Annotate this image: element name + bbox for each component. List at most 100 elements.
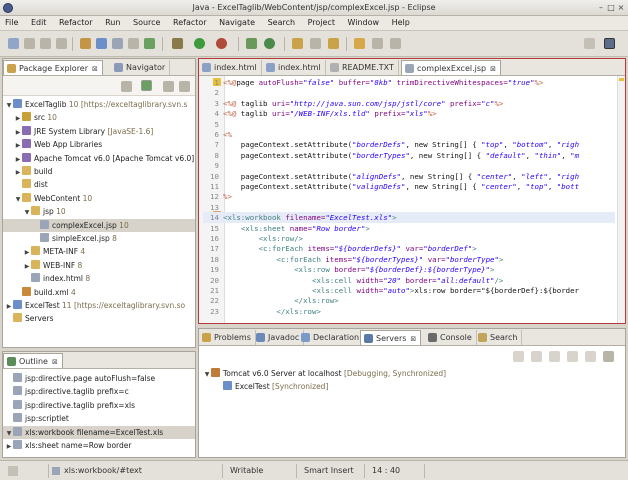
open-type-icon[interactable] — [292, 38, 303, 49]
server-item[interactable]: ExcelTest [Synchronized] — [199, 380, 625, 393]
new-package-icon[interactable] — [246, 38, 257, 49]
close-icon[interactable]: × — [616, 3, 626, 13]
code-line[interactable]: 4 <%@ taglib uri="/WEB-INF/xls.tld" prefi… — [203, 108, 615, 119]
code-line[interactable]: 14 <xls:workbook filename="ExcelTest.xls"… — [203, 212, 615, 224]
view-menu-icon[interactable] — [603, 351, 614, 362]
outline-item[interactable]: jsp:scriptlet — [3, 412, 195, 425]
code-line[interactable]: 3 <%@ taglib uri="http://java.sun.com/jsp… — [203, 98, 615, 109]
new-class-icon[interactable] — [264, 38, 275, 49]
tree-item[interactable]: build.xml 4 — [3, 286, 195, 299]
tree-item[interactable]: ▼ ExcelTaglib 10 [https://exceltaglibrary… — [3, 98, 195, 111]
java-perspective-icon[interactable] — [604, 38, 615, 49]
collapsed-arrow-icon[interactable]: ▶ — [14, 139, 22, 152]
tab-servers[interactable]: Servers ⊠ — [360, 330, 422, 345]
open-task-icon[interactable] — [328, 38, 339, 49]
view-menu-icon[interactable] — [163, 81, 174, 92]
jsp-icon[interactable] — [112, 38, 123, 49]
collapse-all-icon[interactable] — [121, 81, 132, 92]
tree-item[interactable]: ▶ WEB-INF 8 — [3, 259, 195, 272]
outline-item[interactable]: jsp:directive.taglib prefix=c — [3, 385, 195, 398]
tab-index-html-2[interactable]: index.html — [263, 60, 326, 75]
debug-server-icon[interactable] — [513, 351, 524, 362]
menu-run[interactable]: Run — [100, 16, 125, 27]
tab-package-explorer[interactable]: Package Explorer ⊠ — [3, 60, 103, 75]
print-icon[interactable] — [56, 38, 67, 49]
outline-icon[interactable] — [96, 38, 107, 49]
code-line[interactable]: 12 %> — [203, 191, 615, 202]
fast-view-icon[interactable] — [8, 466, 18, 476]
code-line[interactable]: 5 — [203, 119, 615, 130]
link-with-editor-icon[interactable] — [141, 80, 152, 91]
tree-item[interactable]: ▼ WebContent 10 — [3, 192, 195, 205]
back-icon[interactable] — [372, 38, 383, 49]
code-line[interactable]: 18 <c:forEach items="${borderTypes}" var… — [203, 254, 615, 265]
menu-refactor[interactable]: Refactor — [54, 16, 98, 27]
code-line[interactable]: 23 </xls:row> — [203, 306, 615, 317]
tab-navigator[interactable]: Navigator — [111, 60, 171, 75]
tab-javadoc[interactable]: Javadoc — [253, 330, 305, 345]
expanded-arrow-icon[interactable]: ▼ — [5, 99, 13, 112]
collapsed-arrow-icon[interactable]: ▶ — [23, 260, 31, 273]
tab-console[interactable]: Console — [425, 330, 477, 345]
tree-item[interactable]: ▶ META-INF 4 — [3, 245, 195, 258]
profile-server-icon[interactable] — [549, 351, 560, 362]
tab-index-html[interactable]: index.html — [199, 60, 262, 75]
menu-navigate[interactable]: Navigate — [214, 16, 260, 27]
tree-item[interactable]: ▶ build — [3, 165, 195, 178]
code-line[interactable]: 13 — [203, 202, 615, 213]
expanded-arrow-icon[interactable]: ▼ — [5, 427, 13, 440]
menu-refactor-2[interactable]: Refactor — [168, 16, 212, 27]
code-line[interactable]: 19 <xls:row border="${borderDef}:${borde… — [203, 264, 615, 275]
code-line[interactable]: 16 <xls:row/> — [203, 233, 615, 244]
menu-edit[interactable]: Edit — [26, 16, 52, 27]
external-tools-icon[interactable] — [216, 38, 227, 49]
menu-search[interactable]: Search — [263, 16, 300, 27]
outline-item[interactable]: jsp:directive.page autoFlush=false — [3, 372, 195, 385]
open-perspective-icon[interactable] — [584, 38, 595, 49]
maximize-icon[interactable]: □ — [606, 3, 616, 13]
publish-icon[interactable] — [585, 351, 596, 362]
tree-item[interactable]: ▶ Web App Libraries — [3, 138, 195, 151]
save-icon[interactable] — [24, 38, 35, 49]
tree-item[interactable]: ▶ Apache Tomcat v6.0 [Apache Tomcat v6.0] — [3, 152, 195, 165]
collapsed-arrow-icon[interactable]: ▶ — [5, 300, 13, 313]
code-line[interactable]: 21 <xls:cell width="auto">xls:row border… — [203, 285, 615, 296]
code-line[interactable]: 10 pageContext.setAttribute("alignDefs",… — [203, 171, 615, 182]
tree-item[interactable]: ▶ src 10 — [3, 111, 195, 124]
close-tab-icon[interactable]: ⊠ — [410, 335, 416, 343]
menu-file[interactable]: File — [0, 16, 23, 27]
tab-search[interactable]: Search — [475, 330, 523, 345]
close-tab-icon[interactable]: ⊠ — [490, 65, 496, 73]
tree-item[interactable]: index.html 8 — [3, 272, 195, 285]
outline-item[interactable]: ▼ xls:workbook filename=ExcelTest.xls — [3, 425, 195, 440]
toggle-icon[interactable] — [128, 38, 139, 49]
server-item[interactable]: ▼ Tomcat v6.0 Server at localhost [Debugg… — [199, 367, 625, 380]
web-icon[interactable] — [144, 38, 155, 49]
tab-complex-excel-jsp[interactable]: complexExcel.jsp ⊠ — [401, 60, 501, 75]
annotation-icon[interactable] — [354, 38, 365, 49]
expanded-arrow-icon[interactable]: ▼ — [203, 368, 211, 381]
menu-source[interactable]: Source — [128, 16, 165, 27]
tree-item[interactable]: ▶ JRE System Library [JavaSE-1.6] — [3, 125, 195, 138]
stop-server-icon[interactable] — [567, 351, 578, 362]
code-line[interactable]: 20 <xls:cell width="20" border="all:defa… — [203, 275, 615, 286]
tab-readme[interactable]: README.TXT — [327, 60, 399, 75]
save-all-icon[interactable] — [40, 38, 51, 49]
menu-help[interactable]: Help — [387, 16, 415, 27]
collapsed-arrow-icon[interactable]: ▶ — [23, 246, 31, 259]
minimize-view-icon[interactable] — [179, 81, 190, 92]
collapsed-arrow-icon[interactable]: ▶ — [14, 153, 22, 166]
code-line[interactable]: 7 pageContext.setAttribute("borderDefs",… — [203, 139, 615, 150]
tree-item[interactable]: Servers — [3, 312, 195, 325]
code-line[interactable]: 9 — [203, 160, 615, 171]
code-line[interactable]: 6 <% — [203, 129, 615, 140]
collapsed-arrow-icon[interactable]: ▶ — [14, 112, 22, 125]
run-icon[interactable] — [194, 38, 205, 49]
code-line[interactable]: 1 <%@page autoFlush="false" buffer="8kb" … — [203, 77, 615, 88]
menu-project[interactable]: Project — [303, 16, 340, 27]
close-tab-icon[interactable]: ⊠ — [52, 358, 58, 366]
tab-problems[interactable]: Problems — [199, 330, 256, 345]
code-line[interactable]: 2 — [203, 87, 615, 98]
start-server-icon[interactable] — [531, 351, 542, 362]
tree-item[interactable]: simpleExcel.jsp 8 — [3, 232, 195, 245]
